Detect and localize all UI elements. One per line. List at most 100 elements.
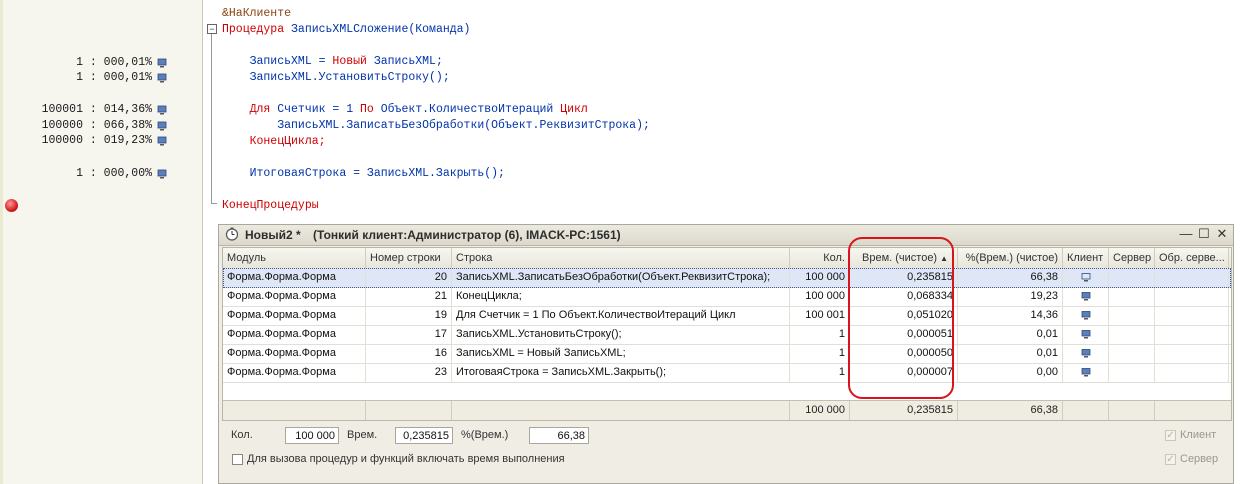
code-keyword: Для bbox=[222, 103, 271, 116]
col-header-count[interactable]: Кол. bbox=[790, 248, 850, 268]
cell-server bbox=[1109, 306, 1155, 325]
code-keyword: Цикл bbox=[560, 103, 588, 116]
perf-measure-line: 1 : 000,00% bbox=[76, 167, 152, 180]
table-row[interactable]: Форма.Форма.Форма 23 ИтоговаяСтрока = За… bbox=[223, 363, 1231, 383]
cell-server bbox=[1109, 344, 1155, 363]
col-header-percent[interactable]: %(Врем.) (чистое) bbox=[958, 248, 1063, 268]
close-button[interactable]: ✕ bbox=[1215, 227, 1229, 241]
cell-server-calls bbox=[1155, 363, 1229, 382]
time-field[interactable]: 0,235815 bbox=[395, 427, 453, 444]
server-checkbox-label: Сервер bbox=[1180, 453, 1219, 465]
cell-percent: 19,23 bbox=[958, 287, 1063, 306]
fold-guide-end bbox=[211, 203, 217, 204]
code-directive: &НаКлиенте bbox=[222, 7, 292, 20]
gutter-separator bbox=[202, 0, 203, 484]
client-computer-icon bbox=[157, 121, 167, 131]
col-header-module[interactable]: Модуль bbox=[223, 248, 366, 268]
cell-server bbox=[1109, 287, 1155, 306]
col-header-line-text[interactable]: Строка bbox=[452, 248, 790, 268]
include-time-checkbox[interactable] bbox=[232, 454, 243, 465]
col-header-line-number[interactable]: Номер строки bbox=[366, 248, 452, 268]
code-line-19: Для Счетчик = 1 По Объект.КоличествоИтер… bbox=[222, 102, 588, 118]
cell-percent: 0,00 bbox=[958, 363, 1063, 382]
total-empty bbox=[1109, 401, 1155, 420]
count-field[interactable]: 100 000 bbox=[285, 427, 339, 444]
server-checkbox[interactable]: ✓ bbox=[1165, 454, 1176, 465]
client-computer-icon bbox=[1081, 291, 1090, 301]
cell-client bbox=[1063, 306, 1109, 325]
count-label: Кол. bbox=[231, 429, 253, 441]
cell-time: 0,000050 bbox=[850, 344, 958, 363]
code-keyword: Процедура bbox=[222, 23, 285, 36]
col-header-server[interactable]: Сервер bbox=[1109, 248, 1155, 268]
cell-server-calls bbox=[1155, 306, 1229, 325]
cell-server-calls bbox=[1155, 268, 1229, 287]
table-row[interactable]: Форма.Форма.Форма 16 ЗаписьXML = Новый З… bbox=[223, 344, 1231, 364]
table-row[interactable]: Форма.Форма.Форма 21 КонецЦикла; 100 000… bbox=[223, 287, 1231, 307]
table-row[interactable]: Форма.Форма.Форма 17 ЗаписьXML.Установит… bbox=[223, 325, 1231, 345]
code-proc-header: Процедура ЗаписьXMLСложение(Команда) bbox=[222, 22, 470, 38]
perf-table[interactable]: Модуль Номер строки Строка Кол. Врем. (ч… bbox=[222, 247, 1232, 421]
cell-server bbox=[1109, 268, 1155, 287]
cell-line-number: 21 bbox=[366, 287, 452, 306]
window-title: Новый2 * bbox=[245, 228, 301, 242]
window-titlebar[interactable]: Новый2 * (Тонкий клиент:Администратор (6… bbox=[219, 225, 1233, 246]
total-count: 100 000 bbox=[790, 401, 850, 420]
total-empty bbox=[452, 401, 790, 420]
cell-client bbox=[1063, 363, 1109, 382]
col-header-server-calls[interactable]: Обр. серве... bbox=[1155, 248, 1229, 268]
cell-server bbox=[1109, 363, 1155, 382]
time-label: Врем. bbox=[347, 429, 378, 441]
cell-percent: 66,38 bbox=[958, 268, 1063, 287]
cell-line-number: 23 bbox=[366, 363, 452, 382]
code-line-23: ИтоговаяСтрока = ЗаписьXML.Закрыть(); bbox=[222, 167, 505, 180]
client-computer-icon bbox=[1081, 329, 1090, 339]
cell-module: Форма.Форма.Форма bbox=[223, 325, 366, 344]
client-computer-icon bbox=[1081, 367, 1090, 377]
cell-line-text: ИтоговаяСтрока = ЗаписьXML.Закрыть(); bbox=[452, 363, 790, 382]
client-computer-icon bbox=[157, 58, 167, 68]
percent-field[interactable]: 66,38 bbox=[529, 427, 589, 444]
code-text: Объект.КоличествоИтераций bbox=[373, 103, 561, 116]
cell-line-number: 16 bbox=[366, 344, 452, 363]
cell-count: 1 bbox=[790, 344, 850, 363]
col-header-time-label: Врем. (чистое) bbox=[862, 252, 938, 264]
table-row[interactable]: Форма.Форма.Форма 19 Для Счетчик = 1 По … bbox=[223, 306, 1231, 326]
col-header-client[interactable]: Клиент bbox=[1063, 248, 1109, 268]
sort-asc-icon: ▲ bbox=[940, 254, 949, 263]
code-text: ЗаписьXML = bbox=[222, 55, 333, 68]
cell-line-text: Для Счетчик = 1 По Объект.КоличествоИтер… bbox=[452, 306, 790, 325]
col-header-time[interactable]: Врем. (чистое) ▲ bbox=[850, 248, 958, 268]
percent-label: %(Врем.) bbox=[461, 429, 509, 441]
breakpoint-icon[interactable] bbox=[5, 199, 18, 212]
cell-percent: 14,36 bbox=[958, 306, 1063, 325]
cell-line-number: 19 bbox=[366, 306, 452, 325]
cell-module: Форма.Форма.Форма bbox=[223, 344, 366, 363]
cell-client bbox=[1063, 325, 1109, 344]
cell-line-text: КонецЦикла; bbox=[452, 287, 790, 306]
cell-time: 0,000051 bbox=[850, 325, 958, 344]
cell-module: Форма.Форма.Форма bbox=[223, 306, 366, 325]
table-row[interactable]: Форма.Форма.Форма 20 ЗаписьXML.ЗаписатьБ… bbox=[223, 268, 1231, 288]
code-keyword: Новый bbox=[332, 55, 367, 68]
minimize-button[interactable]: — bbox=[1179, 227, 1193, 241]
summary-panel: Кол. 100 000 Врем. 0,235815 %(Врем.) 66,… bbox=[219, 421, 1233, 483]
perf-measure-line: 100001 : 014,36% bbox=[41, 103, 152, 116]
total-empty bbox=[223, 401, 366, 420]
code-keyword: По bbox=[360, 103, 374, 116]
fold-collapse-icon[interactable]: − bbox=[207, 24, 217, 34]
cell-server bbox=[1109, 325, 1155, 344]
client-computer-icon bbox=[1081, 272, 1090, 282]
cell-module: Форма.Форма.Форма bbox=[223, 268, 366, 287]
code-line-20: ЗаписьXML.ЗаписатьБезОбработки(Объект.Ре… bbox=[222, 119, 650, 132]
code-text: Счетчик = 1 bbox=[270, 103, 361, 116]
client-checkbox[interactable]: ✓ bbox=[1165, 430, 1176, 441]
cell-line-text: ЗаписьXML.УстановитьСтроку(); bbox=[452, 325, 790, 344]
total-empty bbox=[1155, 401, 1229, 420]
perf-measure-line: 1 : 000,01% bbox=[76, 56, 152, 69]
perf-measure-line: 1 : 000,01% bbox=[76, 71, 152, 84]
maximize-button[interactable]: ☐ bbox=[1197, 227, 1211, 241]
cell-line-number: 17 bbox=[366, 325, 452, 344]
table-header: Модуль Номер строки Строка Кол. Врем. (ч… bbox=[223, 248, 1231, 269]
include-time-label: Для вызова процедур и функций включать в… bbox=[247, 453, 565, 465]
